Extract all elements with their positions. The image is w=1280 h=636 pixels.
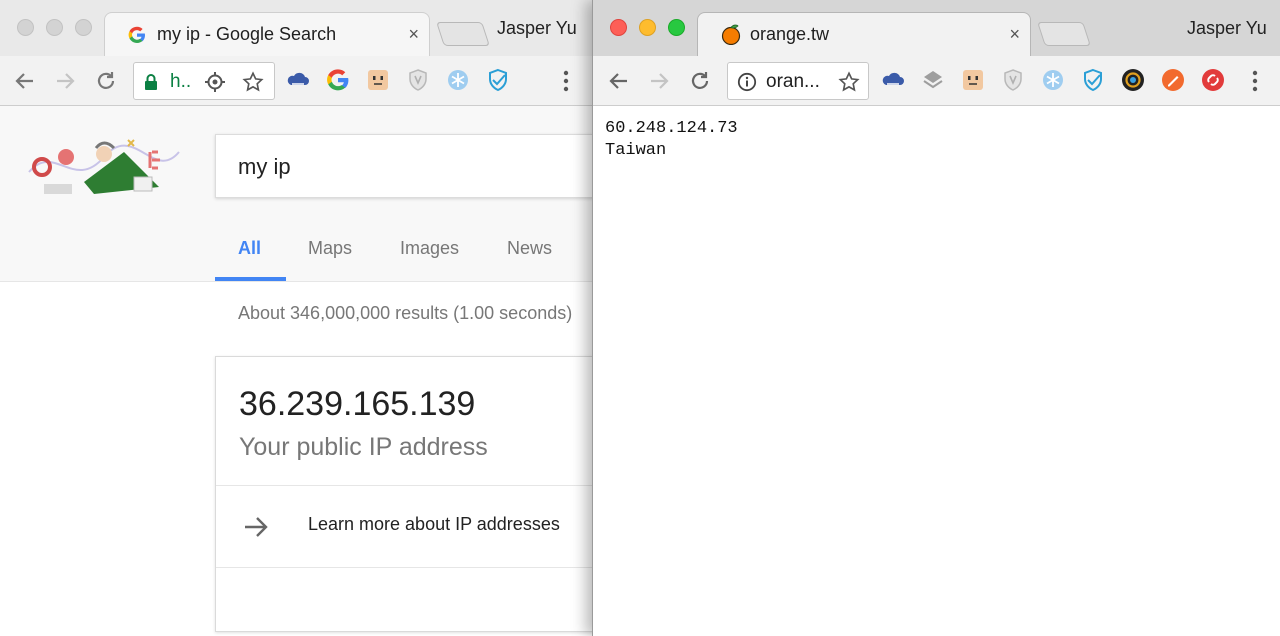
tab-maps[interactable]: Maps [308,238,352,259]
face-extension-icon[interactable] [960,67,986,93]
tab-images[interactable]: Images [400,238,459,259]
reload-icon [97,72,115,89]
google-g-icon [128,26,145,43]
search-input[interactable]: my ip [215,134,592,198]
learn-more-link[interactable]: Learn more about IP addresses [308,514,560,535]
menu-dots-icon[interactable] [562,68,570,94]
profile-name[interactable]: Jasper Yu [1187,18,1267,39]
new-tab-button[interactable] [1037,22,1091,46]
reload-button[interactable] [683,64,717,98]
forward-arrow-icon [57,73,75,89]
cloud-extension-icon[interactable] [285,67,311,93]
location-target-icon[interactable] [204,71,226,93]
tab-all[interactable]: All [238,238,261,259]
result-stats: About 346,000,000 results (1.00 seconds) [238,303,573,323]
address-bar[interactable]: h.. [133,62,275,100]
new-tab-button[interactable] [436,22,490,46]
toolbar: oran... [593,56,1280,106]
tab-orange-tw[interactable]: orange.tw × [697,12,1031,56]
back-arrow-icon [15,73,33,89]
search-query-text: my ip [238,154,291,179]
tab-news[interactable]: News [507,238,552,259]
profile-name[interactable]: Jasper Yu [497,18,577,39]
tab-title: my ip - Google Search [157,24,337,44]
forward-button[interactable] [48,64,82,98]
address-text: oran... [766,71,820,92]
cloud-extension-icon[interactable] [880,67,906,93]
shield-extension-icon[interactable] [1000,67,1026,93]
page-content: 60.248.124.73 Taiwan [605,118,738,162]
shield-extension-icon[interactable] [405,67,431,93]
red-link-extension-icon[interactable] [1200,67,1226,93]
google-search-header: my ip All Maps Images News [0,106,592,282]
bookmark-star-icon[interactable] [838,71,860,93]
title-bar: my ip - Google Search × Jasper Yu [0,0,592,56]
info-icon[interactable] [737,72,757,92]
menu-dots-icon[interactable] [1251,68,1259,94]
layers-extension-icon[interactable] [920,67,946,93]
card-divider [216,567,592,568]
forward-button[interactable] [642,64,676,98]
snowflake-extension-icon[interactable] [445,67,471,93]
address-bar[interactable]: oran... [727,62,869,100]
orange-pen-extension-icon[interactable] [1160,67,1186,93]
google-doodle-logo[interactable] [24,132,184,202]
face-extension-icon[interactable] [365,67,391,93]
tab-close-icon[interactable]: × [408,24,419,44]
toolbar: h.. [0,56,592,106]
maximize-window-button[interactable] [668,19,685,36]
back-button[interactable] [602,64,636,98]
maximize-window-button[interactable] [75,19,92,36]
google-extension-icon[interactable] [325,67,351,93]
reload-icon [691,72,709,89]
browser-window-orange: orange.tw × Jasper Yu oran... 60.248.124… [592,0,1280,636]
minimize-window-button[interactable] [639,19,656,36]
title-bar: orange.tw × Jasper Yu [593,0,1280,56]
close-window-button[interactable] [610,19,627,36]
address-text: h.. [170,71,192,92]
forward-arrow-icon [651,73,669,89]
minimize-window-button[interactable] [46,19,63,36]
country-text: Taiwan [605,141,667,160]
card-divider [216,485,592,486]
ip-answer-card: 36.239.165.139 Your public IP address Le… [215,356,592,632]
public-ip-caption: Your public IP address [239,433,488,461]
tab-title: orange.tw [750,24,830,44]
arrow-right-icon [245,517,268,537]
snowflake-extension-icon[interactable] [1040,67,1066,93]
lock-icon [145,74,157,90]
shield-check-extension-icon[interactable] [485,67,511,93]
tab-google-search[interactable]: my ip - Google Search × [104,12,430,56]
camera-lens-extension-icon[interactable] [1120,67,1146,93]
browser-window-google: my ip - Google Search × Jasper Yu h.. my… [0,0,592,636]
back-arrow-icon [609,73,627,89]
ip-address-text: 60.248.124.73 [605,119,738,138]
back-button[interactable] [8,64,42,98]
tab-close-icon[interactable]: × [1009,24,1020,44]
bookmark-star-icon[interactable] [242,71,264,93]
close-window-button[interactable] [17,19,34,36]
public-ip-value: 36.239.165.139 [239,385,476,423]
orange-fruit-icon [721,24,741,45]
active-tab-indicator [215,277,286,281]
shield-check-extension-icon[interactable] [1080,67,1106,93]
reload-button[interactable] [89,64,123,98]
